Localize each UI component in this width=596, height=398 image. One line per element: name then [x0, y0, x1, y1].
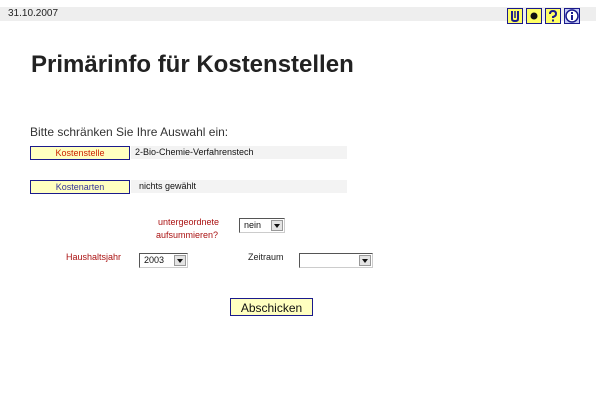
selection-prompt: Bitte schränken Sie Ihre Auswahl ein:	[30, 125, 229, 139]
untergeordnete-label-line1: untergeordnete	[158, 217, 220, 227]
submit-button[interactable]: Abschicken	[230, 298, 313, 316]
info-icon[interactable]	[564, 8, 580, 24]
zeitraum-label: Zeitraum	[248, 252, 284, 262]
dot-icon[interactable]	[526, 8, 542, 24]
haushaltsjahr-select-value: 2003	[144, 255, 165, 265]
chevron-down-icon	[271, 220, 283, 231]
kostenstelle-value: 2-Bio-Chemie-Verfahrenstech	[131, 146, 347, 159]
untergeordnete-select[interactable]: nein	[239, 218, 285, 233]
kostenarten-button[interactable]: Kostenarten	[30, 180, 130, 194]
chevron-down-icon	[174, 255, 186, 266]
help-icon[interactable]	[545, 8, 561, 24]
haushaltsjahr-select[interactable]: 2003	[139, 253, 188, 268]
date-label: 31.10.2007	[8, 8, 59, 19]
page: 31.10.2007 Primärinfo für Kostenstellen …	[0, 0, 596, 398]
kostenarten-value: nichts gewählt	[131, 180, 347, 193]
folder-icon[interactable]	[507, 8, 523, 24]
page-title: Primärinfo für Kostenstellen	[31, 51, 354, 78]
haushaltsjahr-label: Haushaltsjahr	[66, 252, 122, 262]
chevron-down-icon	[359, 255, 371, 266]
toolbar	[507, 8, 580, 24]
untergeordnete-label-line2: aufsummieren?	[156, 230, 219, 240]
untergeordnete-select-value: nein	[244, 220, 262, 230]
zeitraum-select[interactable]	[299, 253, 373, 268]
kostenstelle-button[interactable]: Kostenstelle	[30, 146, 130, 160]
